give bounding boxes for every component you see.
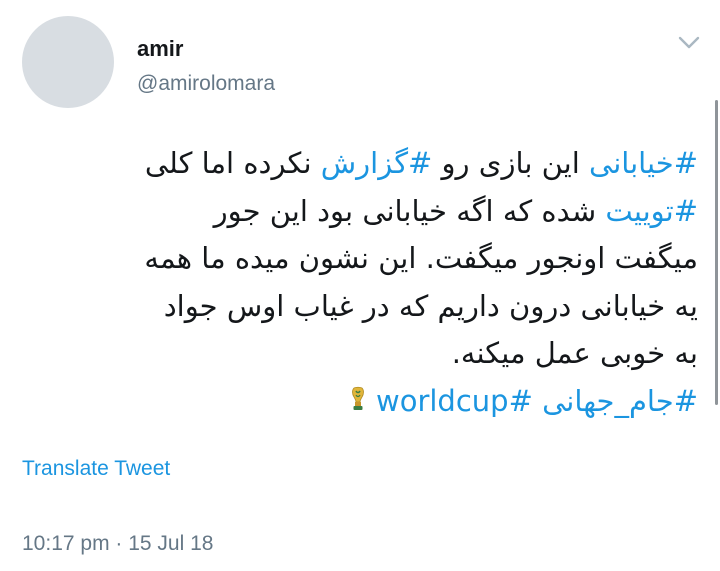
tweet-timestamp: 10:17 pm · 15 Jul 18 bbox=[22, 532, 213, 556]
tweet-text-segment: نکرده اما کلی bbox=[144, 146, 321, 180]
hashtag-link[interactable]: #گزارش bbox=[321, 146, 433, 180]
tweet-line: #خیابانی این بازی رو #گزارش نکرده اما کل… bbox=[40, 140, 698, 188]
tweet-time[interactable]: 10:17 pm bbox=[22, 532, 110, 555]
tweet-line: میگفت اونجور میگفت. این نشون میده ما همه bbox=[40, 235, 698, 283]
tweet-line: #توییت شده که اگه خیابانی بود این جور bbox=[40, 188, 698, 236]
tweet-text-segment: میگفت اونجور میگفت. این نشون میده ما همه bbox=[144, 241, 698, 275]
tweet-line: یه خیابانی درون داریم که در غیاب اوس جوا… bbox=[40, 283, 698, 331]
tweet-text-segment: این بازی رو bbox=[432, 146, 590, 180]
hashtag-link[interactable]: #خیابانی bbox=[589, 146, 698, 180]
timestamp-separator: · bbox=[109, 532, 129, 555]
user-name[interactable]: amir bbox=[137, 36, 183, 62]
translate-tweet-link[interactable]: Translate Tweet bbox=[22, 457, 170, 481]
world-cup-trophy-icon bbox=[350, 379, 366, 427]
tweet-date[interactable]: 15 Jul 18 bbox=[128, 532, 213, 555]
tweet-text: #خیابانی این بازی رو #گزارش نکرده اما کل… bbox=[40, 140, 698, 426]
hashtag-link[interactable]: #جام_جهانی bbox=[542, 384, 698, 418]
tweet-text-segment bbox=[533, 384, 542, 418]
tweet-text-segment: یه خیابانی درون داریم که در غیاب اوس جوا… bbox=[163, 288, 698, 323]
hashtag-link[interactable]: #worldcup bbox=[376, 384, 533, 418]
tweet-line: به خوبی عمل میکنه. bbox=[40, 330, 698, 378]
tweet-text-segment: به خوبی عمل میکنه. bbox=[451, 336, 698, 370]
hashtag-link[interactable]: #توییت bbox=[605, 194, 698, 228]
tweet-line: #جام_جهانی #worldcup bbox=[40, 378, 698, 427]
user-handle[interactable]: @amirolomara bbox=[137, 72, 275, 96]
chevron-down-icon[interactable] bbox=[676, 32, 702, 54]
tweet-text-segment: شده که اگه خیابانی بود این جور bbox=[213, 193, 606, 228]
scrollbar[interactable] bbox=[715, 100, 718, 405]
avatar[interactable] bbox=[22, 16, 114, 108]
